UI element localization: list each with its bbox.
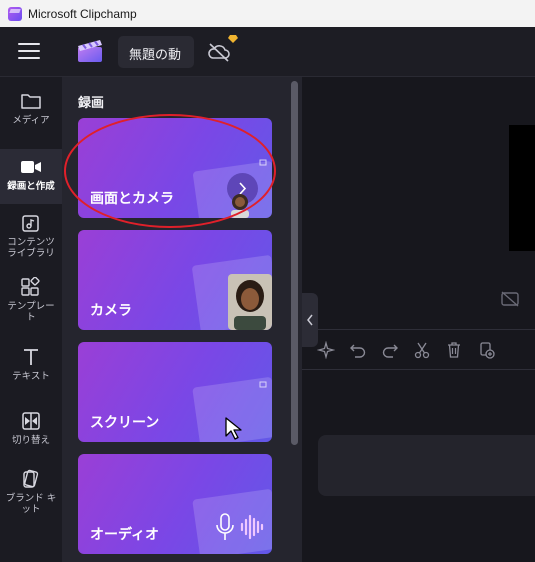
- card-label-camera: カメラ: [90, 303, 132, 319]
- video-camera-icon: [21, 161, 41, 173]
- nav-record-label: 録画と作成: [7, 181, 55, 192]
- music-library-icon: [22, 215, 39, 232]
- panel-title: 録画: [78, 96, 105, 111]
- nav-text[interactable]: テキスト: [0, 347, 62, 382]
- panel-scrollbar[interactable]: [291, 81, 298, 445]
- nav-brand-label: ブランド キット: [5, 493, 57, 515]
- card-label-screen-camera: 画面とカメラ: [90, 191, 174, 207]
- clapper-icon: [78, 40, 102, 62]
- top-bar: 無題の動: [0, 27, 535, 77]
- record-audio-card[interactable]: オーディオ: [78, 454, 272, 554]
- person-avatar-small: [231, 194, 249, 218]
- trash-icon[interactable]: [445, 341, 463, 359]
- add-copy-icon[interactable]: [477, 341, 495, 359]
- undo-icon[interactable]: [349, 341, 367, 359]
- premium-gem-icon: [228, 35, 238, 43]
- nav-media-label: メディア: [12, 115, 50, 126]
- record-screen-camera-card[interactable]: 画面とカメラ: [78, 118, 272, 218]
- nav-templates[interactable]: テンプレート: [0, 277, 62, 323]
- divider: [318, 329, 535, 330]
- brand-kit-icon: [23, 469, 39, 488]
- card-label-screen: スクリーン: [90, 415, 160, 431]
- record-screen-card[interactable]: スクリーン: [78, 342, 272, 442]
- microphone-waveform-icon: [216, 513, 264, 540]
- project-name-field[interactable]: 無題の動: [118, 36, 194, 68]
- mouse-cursor-icon: [225, 417, 242, 440]
- folder-icon: [21, 94, 41, 109]
- collapse-panel-button[interactable]: [302, 293, 318, 347]
- chevron-left-icon: [307, 314, 313, 326]
- video-preview[interactable]: [509, 125, 535, 251]
- cloud-off-icon[interactable]: [206, 41, 232, 63]
- nav-media[interactable]: メディア: [0, 91, 62, 126]
- clipchamp-logo-icon: [8, 6, 22, 21]
- person-photo: [228, 274, 272, 330]
- transition-icon: [22, 412, 40, 430]
- nav-transitions[interactable]: 切り替え: [0, 411, 62, 446]
- window-title: Microsoft Clipchamp: [28, 6, 137, 21]
- hide-preview-icon[interactable]: [500, 290, 520, 308]
- templates-icon: [21, 277, 40, 296]
- nav-content-library[interactable]: コンテンツ ライブラリ: [0, 213, 62, 259]
- timeline-divider: [302, 369, 535, 370]
- nav-content-label: コンテンツ ライブラリ: [7, 237, 55, 259]
- redo-icon[interactable]: [381, 341, 399, 359]
- record-panel: 録画 画面とカメラ カメラ スクリーン オーディオ: [62, 77, 302, 562]
- nav-transitions-label: 切り替え: [11, 435, 50, 446]
- text-t-icon: [24, 349, 38, 365]
- magic-icon[interactable]: [317, 341, 335, 359]
- left-navigation: メディア 録画と作成 コンテンツ ライブラリ テンプレート テキスト 切り替え …: [0, 77, 62, 562]
- record-camera-card[interactable]: カメラ: [78, 230, 272, 330]
- timeline-track[interactable]: [318, 435, 535, 496]
- nav-record-create[interactable]: 録画と作成: [0, 149, 62, 204]
- nav-brand-kit[interactable]: ブランド キット: [0, 469, 62, 515]
- card-label-audio: オーディオ: [90, 527, 160, 543]
- nav-templates-label: テンプレート: [7, 301, 55, 323]
- window-titlebar: Microsoft Clipchamp: [0, 0, 535, 27]
- menu-icon[interactable]: [18, 43, 40, 61]
- scissors-icon[interactable]: [413, 341, 431, 359]
- nav-text-label: テキスト: [12, 371, 50, 382]
